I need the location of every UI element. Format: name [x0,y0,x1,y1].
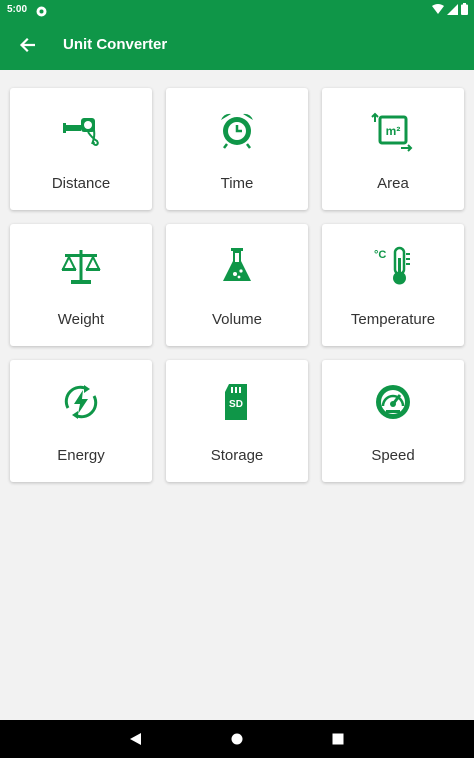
category-grid: Distance Time m² Area Weight Volume °C T… [10,88,464,482]
status-bar: 5:00 [0,0,474,20]
speedometer-icon [376,385,410,419]
app-title: Unit Converter [63,36,168,53]
tile-label: Temperature [350,311,436,328]
sd-card-icon: SD [225,384,247,420]
tile-weight[interactable]: Weight [10,224,152,346]
app-bar: Unit Converter [0,20,474,70]
distance-icon [63,118,99,147]
alarm-clock-icon [221,113,253,149]
tile-time[interactable]: Time [166,88,308,210]
signal-icon [447,4,458,15]
tile-storage[interactable]: SD Storage [166,360,308,482]
status-time: 5:00 [7,4,28,15]
nav-home-icon[interactable] [231,733,243,745]
navigation-bar [0,720,474,758]
tile-energy[interactable]: Energy [10,360,152,482]
tile-label: Storage [210,447,264,464]
tile-label: Time [220,175,254,192]
area-icon-text: m² [386,124,401,138]
tile-temperature[interactable]: °C Temperature [322,224,464,346]
tile-label: Distance [51,175,111,192]
area-icon: m² [371,112,413,152]
wifi-icon [432,4,444,14]
tile-area[interactable]: m² Area [322,88,464,210]
tile-distance[interactable]: Distance [10,88,152,210]
scale-icon [61,250,101,284]
temperature-icon-text: °C [374,249,386,261]
nav-back-icon[interactable] [129,732,142,746]
tile-label: Energy [57,447,105,464]
arrow-back-icon [19,37,35,53]
status-icons [432,3,468,15]
energy-icon [64,385,98,419]
tile-volume[interactable]: Volume [166,224,308,346]
tile-label: Speed [371,447,415,464]
battery-icon [461,3,468,15]
back-button[interactable] [14,33,40,57]
tile-label: Weight [57,311,105,328]
tile-speed[interactable]: Speed [322,360,464,482]
thermometer-icon: °C [374,246,410,285]
flask-icon [223,248,251,281]
tile-label: Area [377,175,409,192]
nav-recent-icon[interactable] [332,733,344,745]
storage-icon-text: SD [229,399,243,410]
tile-label: Volume [211,311,263,328]
